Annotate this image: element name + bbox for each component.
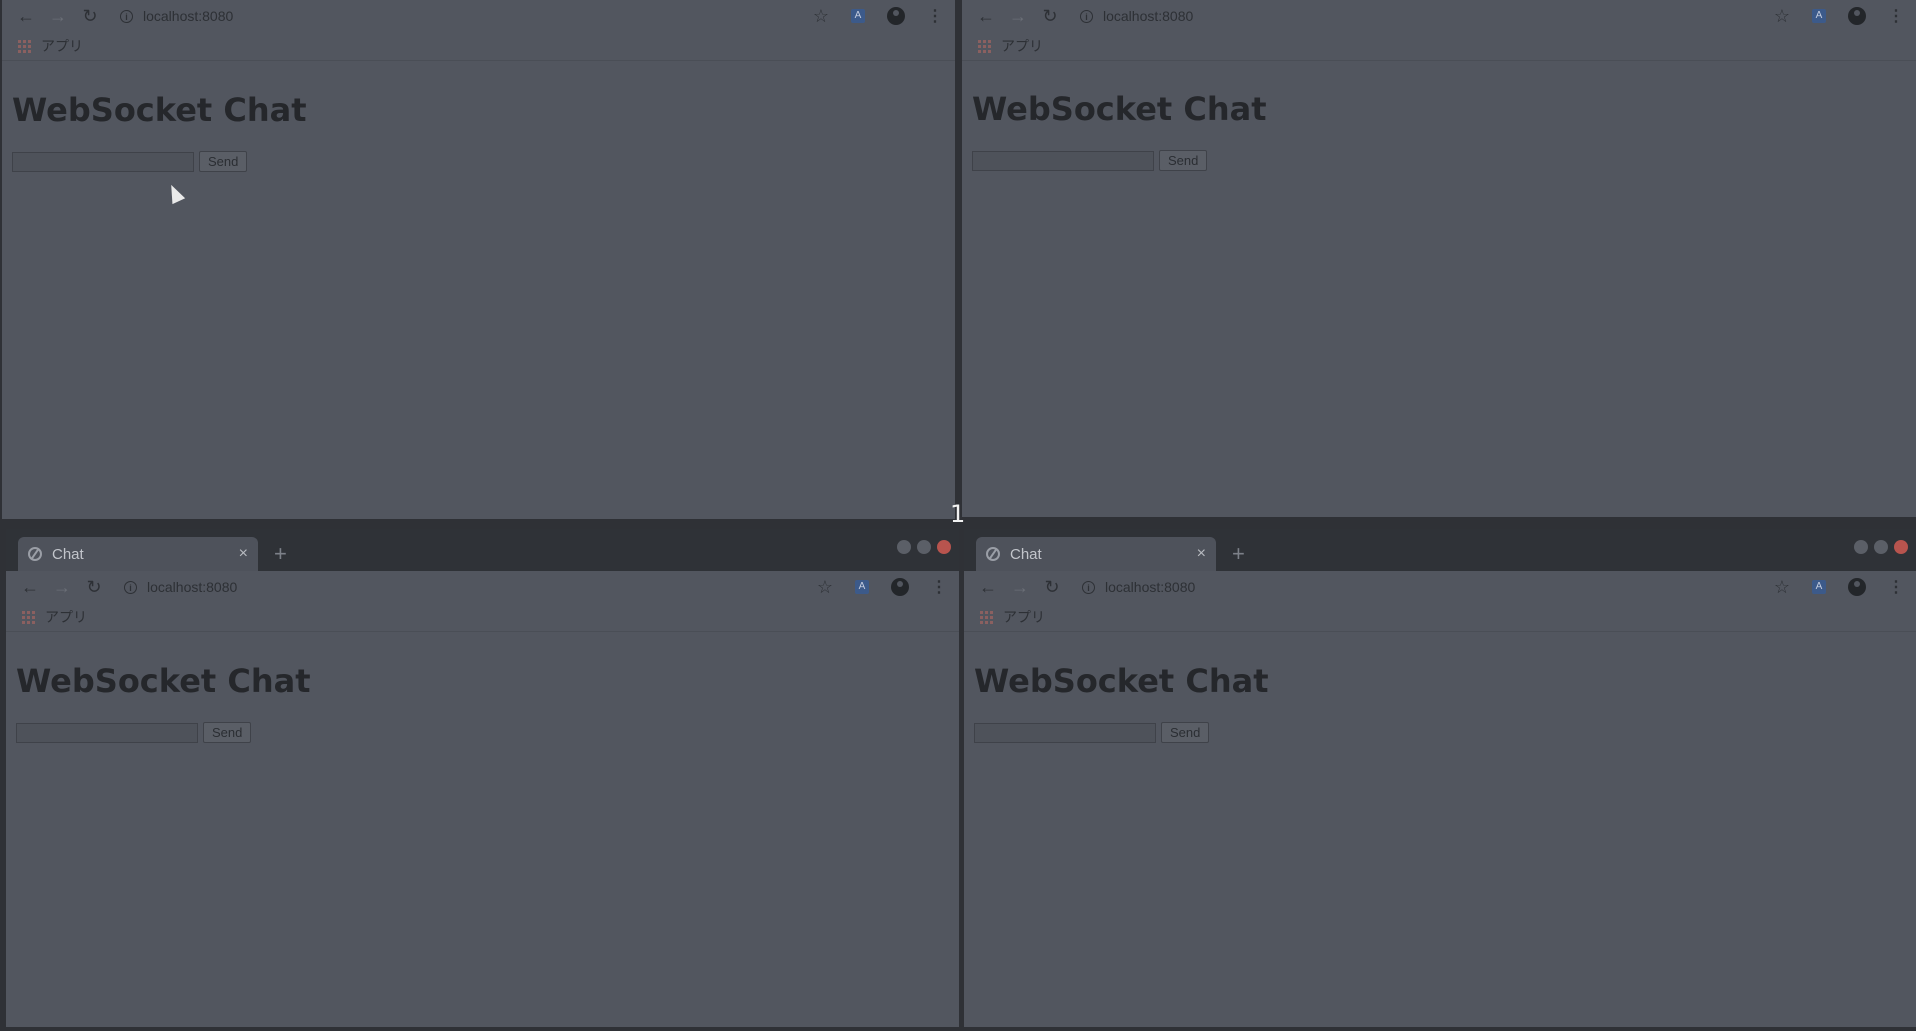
menu-icon[interactable]: ⋮: [1888, 6, 1904, 26]
close-window-button[interactable]: [937, 540, 951, 554]
forward-icon[interactable]: →: [1004, 577, 1036, 598]
browser-window-bottom-right: Chat × + ← → ↻ i localhost:8080 ☆ A ⋮ アプ…: [964, 529, 1916, 1027]
maximize-button[interactable]: [1874, 540, 1888, 554]
send-button[interactable]: Send: [1161, 722, 1210, 743]
profile-avatar-icon[interactable]: [1848, 578, 1866, 596]
tab-title: Chat: [52, 545, 84, 563]
address-bar[interactable]: i localhost:8080: [120, 8, 813, 24]
back-icon[interactable]: ←: [972, 577, 1004, 598]
address-bar[interactable]: i localhost:8080: [1080, 8, 1774, 24]
apps-grid-icon[interactable]: [22, 610, 35, 624]
reload-icon[interactable]: ↻: [78, 577, 110, 598]
url-text: localhost:8080: [143, 8, 234, 24]
send-button[interactable]: Send: [199, 151, 248, 172]
window-controls: [1854, 540, 1908, 554]
reload-icon[interactable]: ↻: [1036, 577, 1068, 598]
apps-bookmark[interactable]: アプリ: [41, 36, 83, 56]
browser-window-bottom-left: Chat × + ← → ↻ i localhost:8080 ☆ A ⋮ アプ…: [6, 529, 959, 1027]
menu-icon[interactable]: ⋮: [1888, 577, 1904, 597]
bookmark-star-icon[interactable]: ☆: [817, 577, 833, 598]
bookmarks-bar: アプリ: [6, 603, 959, 632]
workspace-number-label: 1: [950, 500, 966, 528]
browser-toolbar: ← → ↻ i localhost:8080 ☆ A ⋮: [2, 0, 955, 32]
globe-icon: [28, 547, 42, 561]
browser-window-top-left: ← → ↻ i localhost:8080 ☆ A ⋮ アプリ WebSock…: [2, 0, 955, 519]
message-input[interactable]: [12, 151, 194, 172]
forward-icon[interactable]: →: [42, 6, 74, 27]
minimize-button[interactable]: [1854, 540, 1868, 554]
apps-grid-icon[interactable]: [978, 39, 991, 53]
url-text: localhost:8080: [1103, 8, 1194, 24]
tab-bar: Chat × +: [964, 529, 1916, 571]
window-controls: [897, 540, 951, 554]
browser-window-top-right: ← → ↻ i localhost:8080 ☆ A ⋮ アプリ WebSock…: [962, 0, 1916, 517]
translate-icon[interactable]: A: [855, 580, 869, 594]
tab-title: Chat: [1010, 545, 1042, 563]
apps-grid-icon[interactable]: [980, 610, 993, 624]
back-icon[interactable]: ←: [14, 577, 46, 598]
bookmark-star-icon[interactable]: ☆: [813, 6, 829, 27]
info-icon[interactable]: i: [120, 9, 133, 23]
page-title: WebSocket Chat: [16, 662, 311, 700]
message-input[interactable]: [972, 150, 1154, 171]
page-title: WebSocket Chat: [972, 90, 1267, 128]
profile-avatar-icon[interactable]: [887, 7, 905, 25]
minimize-button[interactable]: [897, 540, 911, 554]
reload-icon[interactable]: ↻: [74, 6, 106, 27]
forward-icon[interactable]: →: [46, 577, 78, 598]
new-tab-icon[interactable]: +: [274, 541, 287, 567]
tab-chat[interactable]: Chat ×: [18, 537, 258, 571]
page-title: WebSocket Chat: [12, 91, 307, 129]
info-icon[interactable]: i: [124, 580, 137, 594]
info-icon[interactable]: i: [1082, 580, 1095, 594]
tab-chat[interactable]: Chat ×: [976, 537, 1216, 571]
apps-bookmark[interactable]: アプリ: [1001, 36, 1043, 56]
apps-grid-icon[interactable]: [18, 39, 31, 53]
browser-toolbar: ← → ↻ i localhost:8080 ☆ A ⋮: [962, 0, 1916, 32]
page-title: WebSocket Chat: [974, 662, 1269, 700]
back-icon[interactable]: ←: [10, 6, 42, 27]
reload-icon[interactable]: ↻: [1034, 6, 1066, 27]
message-input[interactable]: [16, 722, 198, 743]
browser-toolbar: ← → ↻ i localhost:8080 ☆ A ⋮: [6, 571, 959, 603]
tab-bar: Chat × +: [6, 529, 959, 571]
message-input[interactable]: [974, 722, 1156, 743]
new-tab-icon[interactable]: +: [1232, 541, 1245, 567]
tab-close-icon[interactable]: ×: [1197, 545, 1206, 563]
chat-form: Send: [16, 722, 252, 743]
bookmarks-bar: アプリ: [2, 32, 955, 61]
tab-close-icon[interactable]: ×: [239, 545, 248, 563]
chat-form: Send: [972, 150, 1208, 171]
maximize-button[interactable]: [917, 540, 931, 554]
apps-bookmark[interactable]: アプリ: [45, 607, 87, 627]
globe-icon: [986, 547, 1000, 561]
apps-bookmark[interactable]: アプリ: [1003, 607, 1045, 627]
chat-form: Send: [974, 722, 1210, 743]
back-icon[interactable]: ←: [970, 6, 1002, 27]
browser-toolbar: ← → ↻ i localhost:8080 ☆ A ⋮: [964, 571, 1916, 603]
url-text: localhost:8080: [147, 579, 238, 595]
menu-icon[interactable]: ⋮: [931, 577, 947, 597]
send-button[interactable]: Send: [1159, 150, 1208, 171]
bookmark-star-icon[interactable]: ☆: [1774, 6, 1790, 27]
send-button[interactable]: Send: [203, 722, 252, 743]
close-window-button[interactable]: [1894, 540, 1908, 554]
bookmarks-bar: アプリ: [962, 32, 1916, 61]
address-bar[interactable]: i localhost:8080: [124, 579, 817, 595]
translate-icon[interactable]: A: [851, 9, 865, 23]
address-bar[interactable]: i localhost:8080: [1082, 579, 1774, 595]
menu-icon[interactable]: ⋮: [927, 6, 943, 26]
info-icon[interactable]: i: [1080, 9, 1093, 23]
profile-avatar-icon[interactable]: [1848, 7, 1866, 25]
bookmarks-bar: アプリ: [964, 603, 1916, 632]
forward-icon[interactable]: →: [1002, 6, 1034, 27]
chat-form: Send: [12, 151, 248, 172]
profile-avatar-icon[interactable]: [891, 578, 909, 596]
translate-icon[interactable]: A: [1812, 580, 1826, 594]
url-text: localhost:8080: [1105, 579, 1196, 595]
translate-icon[interactable]: A: [1812, 9, 1826, 23]
bookmark-star-icon[interactable]: ☆: [1774, 577, 1790, 598]
